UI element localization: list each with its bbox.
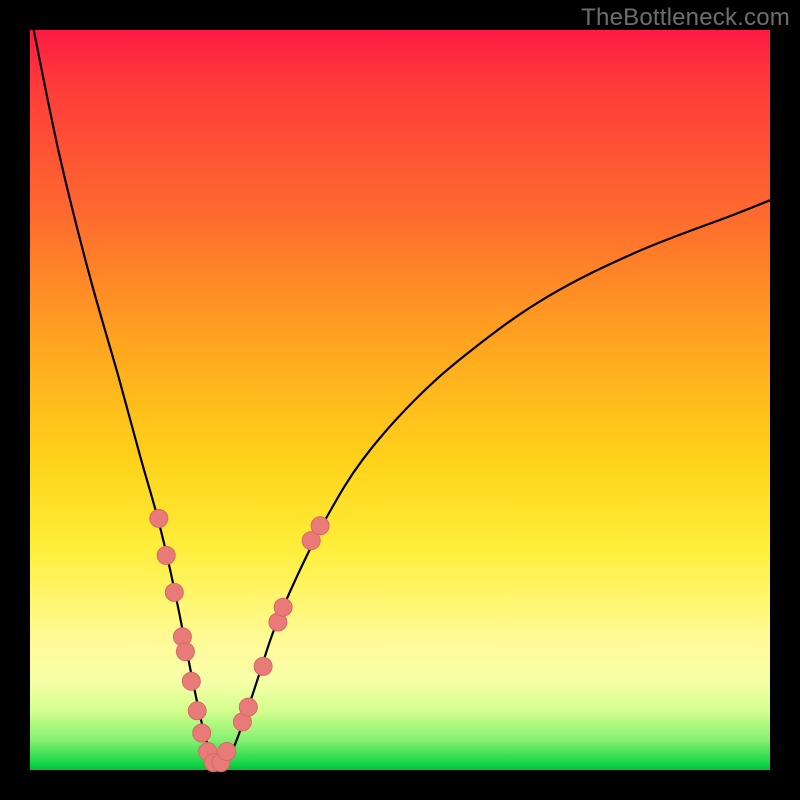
data-marker — [150, 509, 168, 527]
data-marker — [239, 698, 257, 716]
data-marker — [182, 672, 200, 690]
data-marker — [193, 724, 211, 742]
bottleneck-curve — [34, 30, 770, 766]
plot-area — [30, 30, 770, 770]
data-marker — [218, 743, 236, 761]
chart-svg — [30, 30, 770, 770]
data-marker — [176, 643, 194, 661]
data-marker — [157, 546, 175, 564]
data-marker — [254, 657, 272, 675]
data-marker — [274, 598, 292, 616]
data-marker — [165, 583, 183, 601]
data-marker — [188, 702, 206, 720]
data-marker — [311, 517, 329, 535]
watermark-text: TheBottleneck.com — [581, 4, 790, 32]
chart-frame: TheBottleneck.com — [0, 0, 800, 800]
